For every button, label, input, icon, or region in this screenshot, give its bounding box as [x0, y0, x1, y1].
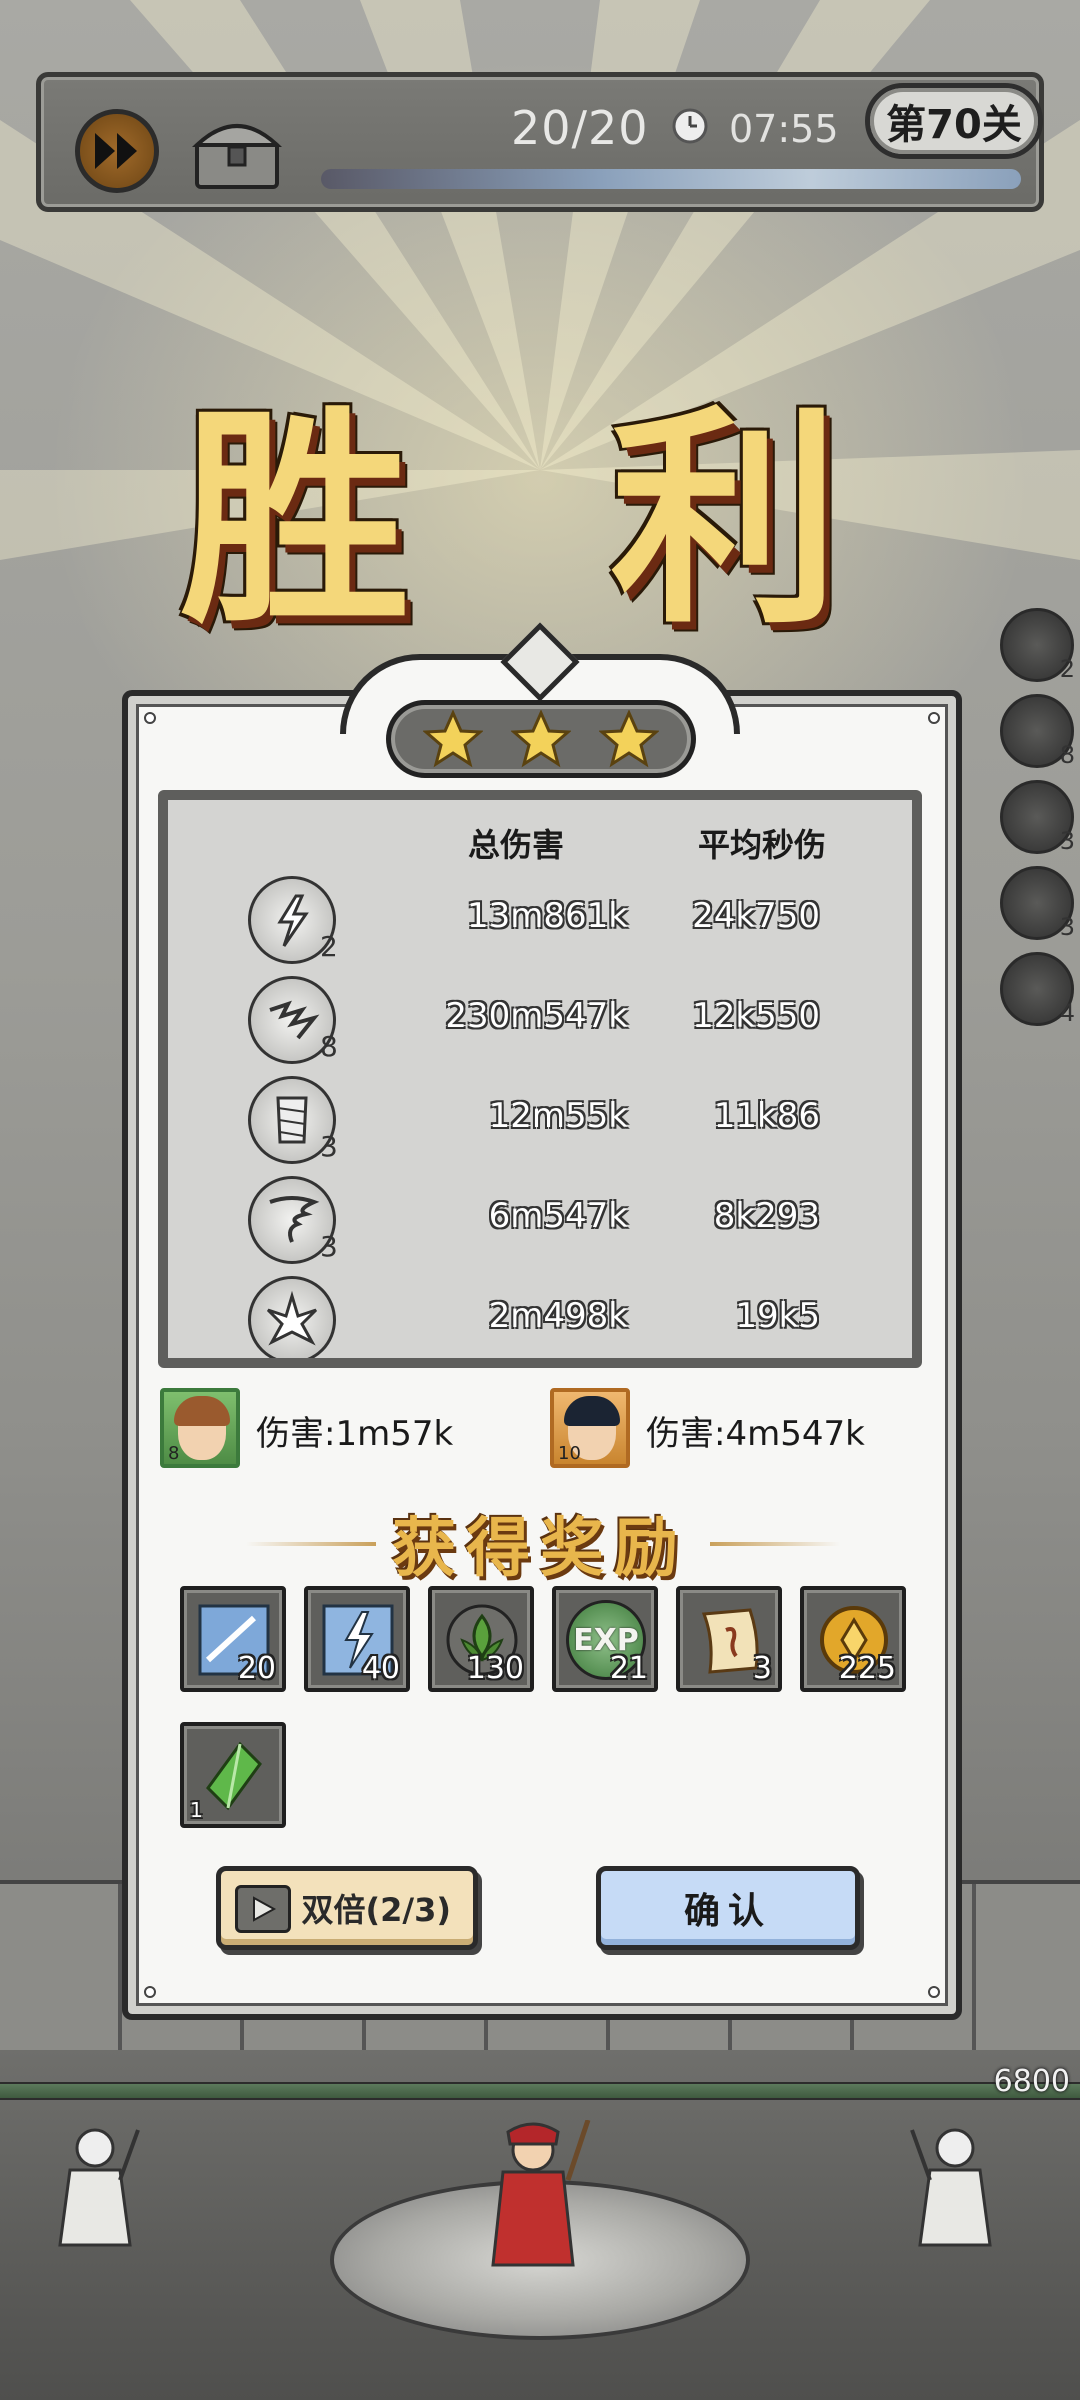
red-mage-hero: [491, 2120, 591, 2267]
skill-level: 2: [320, 930, 338, 963]
treasure-chest-icon: [191, 124, 283, 189]
column-total-damage: 总伤害: [468, 826, 565, 864]
hero-avatar[interactable]: 8: [160, 1388, 240, 1468]
confirm-button[interactable]: 确认: [596, 1866, 860, 1950]
panel-rivet: [144, 1986, 156, 1998]
side-skill-slot[interactable]: 4: [1000, 952, 1075, 1027]
victory-title: 胜 利: [179, 384, 901, 655]
side-skill-level: 3: [1059, 913, 1075, 941]
reward-item[interactable]: 130: [428, 1586, 534, 1692]
side-skill-bar: 2 8 3 3 4: [1000, 608, 1080, 1038]
double-reward-label: 双倍(2/3): [301, 1891, 451, 1929]
reward-item[interactable]: 225: [800, 1586, 906, 1692]
green-gem-icon: [194, 1736, 274, 1816]
fast-forward-button[interactable]: [75, 109, 159, 193]
rewards-title: 获得奖励: [392, 1511, 688, 1586]
wave-counter: 20/20: [511, 101, 649, 155]
reward-count: 3: [752, 1651, 772, 1686]
reward-count: 20: [237, 1651, 276, 1686]
stat-row: 8 230m547k 12k550: [168, 976, 912, 1072]
star-icon: [511, 710, 571, 768]
double-reward-button[interactable]: 双倍(2/3): [216, 1866, 478, 1950]
stat-row: 3 12m55k 11k86: [168, 1076, 912, 1172]
side-skill-slot[interactable]: 8: [1000, 694, 1075, 769]
total-damage-value: 230m547k: [445, 996, 628, 1036]
white-mage-figure: [910, 2128, 992, 2247]
side-skill-slot[interactable]: 2: [1000, 608, 1075, 683]
avg-dps-value: 19k5: [735, 1296, 820, 1336]
hero-level: 8: [168, 1443, 180, 1464]
stat-row: 2 13m861k 24k750: [168, 876, 912, 972]
star-icon: [599, 710, 659, 768]
panel-rivet: [928, 1986, 940, 1998]
stat-row: 2m498k 19k5: [168, 1276, 912, 1358]
treasure-chest-button[interactable]: [191, 113, 283, 191]
reward-item[interactable]: 20: [180, 1586, 286, 1692]
reward-count: 225: [838, 1651, 896, 1686]
clock-icon: [672, 108, 708, 144]
reward-count: 130: [466, 1651, 524, 1686]
hero-damage-text: 伤害:4m547k: [646, 1414, 865, 1454]
side-skill-level: 2: [1059, 655, 1075, 683]
wave-progress-bar: [321, 169, 1021, 189]
damage-stats-table[interactable]: 总伤害 平均秒伤 2 13m861k 24k750 8 230m547k 12k…: [158, 790, 922, 1368]
battle-timer: 07:55: [729, 107, 839, 151]
side-skill-slot[interactable]: 3: [1000, 866, 1075, 941]
side-skill-level: 4: [1059, 999, 1075, 1027]
skill-level: 3: [320, 1230, 338, 1263]
star-icon: [423, 710, 483, 768]
level-label: 第70关: [865, 83, 1043, 159]
reward-count: 21: [609, 1651, 648, 1686]
total-damage-value: 2m498k: [488, 1296, 628, 1336]
skill-level: 3: [320, 1130, 338, 1163]
panel-rivet: [928, 712, 940, 724]
hero-damage-summary: 10 伤害:4m547k: [550, 1388, 920, 1472]
hero-damage-text: 伤害:1m57k: [256, 1414, 454, 1454]
panel-rivet: [144, 712, 156, 724]
avg-dps-value: 24k750: [692, 896, 820, 936]
total-damage-value: 12m55k: [488, 1096, 628, 1136]
total-damage-value: 6m547k: [488, 1196, 628, 1236]
column-avg-dps: 平均秒伤: [698, 826, 827, 864]
white-mage-figure: [58, 2128, 140, 2247]
reward-count: 40: [361, 1651, 400, 1686]
fast-forward-icon: [95, 133, 137, 169]
reward-item[interactable]: 3: [676, 1586, 782, 1692]
top-status-bar: 20/20 07:55 第70关: [36, 72, 1044, 212]
reward-count: 1: [190, 1798, 203, 1822]
video-play-icon: [235, 1885, 291, 1933]
enemy-hp-bar: [0, 2082, 1080, 2100]
skill-level: 8: [320, 1030, 338, 1063]
avg-dps-value: 12k550: [692, 996, 820, 1036]
avg-dps-value: 8k293: [713, 1196, 820, 1236]
reward-item[interactable]: 1: [180, 1722, 286, 1828]
side-skill-level: 8: [1059, 741, 1075, 769]
avg-dps-value: 11k86: [713, 1096, 820, 1136]
side-skill-level: 3: [1059, 827, 1075, 855]
hero-hair: [564, 1396, 620, 1426]
hero-hair: [174, 1396, 230, 1426]
hero-avatar[interactable]: 10: [550, 1388, 630, 1468]
hero-damage-summary: 8 伤害:1m57k: [160, 1388, 500, 1472]
enemy-hp-value: 6800: [993, 2064, 1070, 2099]
total-damage-value: 13m861k: [467, 896, 628, 936]
side-skill-slot[interactable]: 3: [1000, 780, 1075, 855]
hero-level: 10: [558, 1443, 581, 1464]
stat-row: 3 6m547k 8k293: [168, 1176, 912, 1272]
ice-burst-skill-icon: [248, 1276, 336, 1358]
star-rating: [386, 700, 696, 778]
reward-item[interactable]: 40: [304, 1586, 410, 1692]
confirm-label: 确认: [683, 1891, 772, 1932]
reward-item[interactable]: EXP 21: [552, 1586, 658, 1692]
stats-header: 总伤害 平均秒伤: [168, 820, 912, 864]
